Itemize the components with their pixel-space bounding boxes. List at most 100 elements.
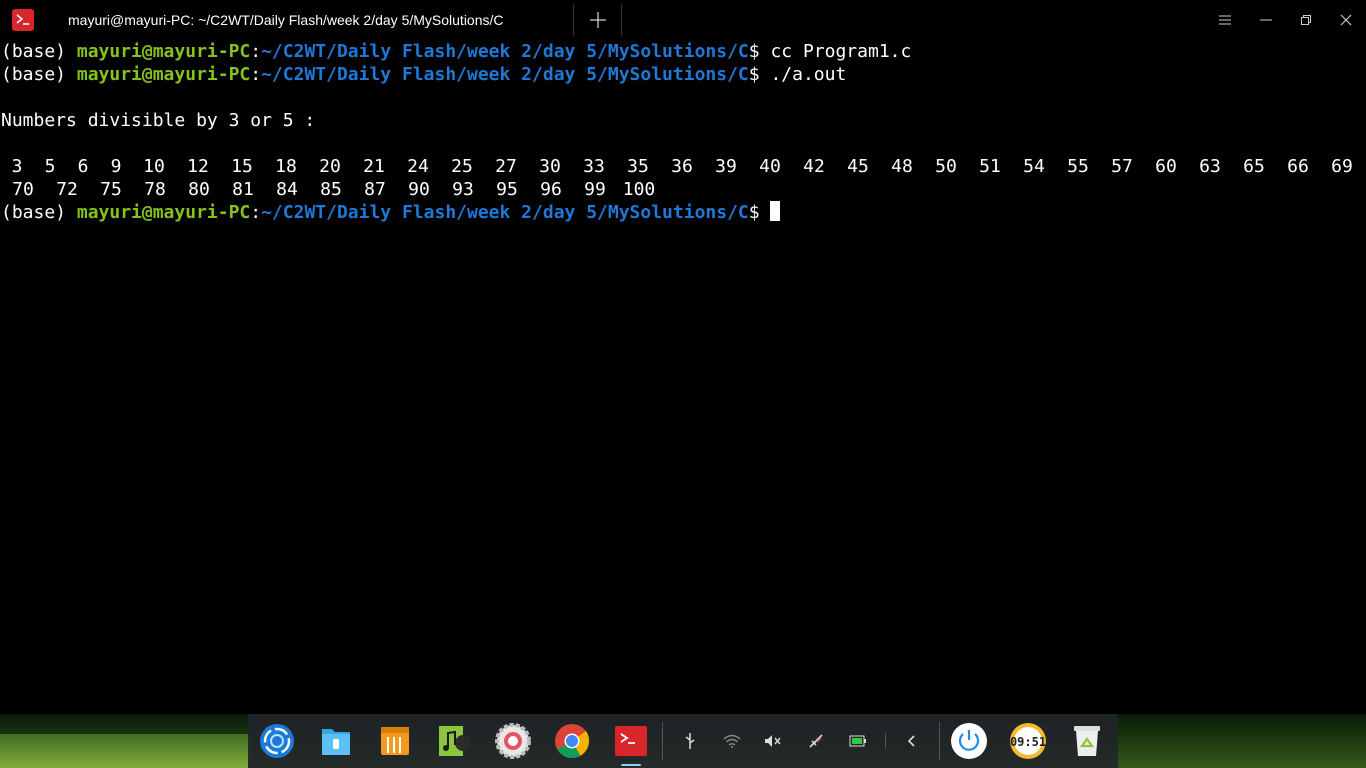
output-number: 87: [364, 179, 386, 200]
output-number: 10: [143, 156, 165, 177]
prompt-user: mayuri@mayuri-PC: [76, 202, 251, 223]
tray-divider: [885, 733, 886, 749]
battery-icon[interactable]: [848, 731, 868, 751]
output-number: 35: [627, 156, 649, 177]
command-text: ./a.out: [770, 64, 847, 85]
wallpaper-grass: [0, 734, 250, 768]
output-number: 80: [188, 179, 210, 200]
prompt-user: mayuri@mayuri-PC: [76, 64, 251, 85]
output-number: 57: [1111, 156, 1133, 177]
file-manager-icon[interactable]: [316, 721, 356, 761]
prompt-colon: :: [250, 64, 262, 85]
output-number: 48: [891, 156, 913, 177]
output-number: 63: [1199, 156, 1221, 177]
output-number: 3: [11, 156, 23, 177]
prompt-path: ~/C2WT/Daily Flash/week 2/day 5/MySoluti…: [261, 202, 749, 223]
command-line: (base) mayuri@mayuri-PC:~/C2WT/Daily Fla…: [0, 63, 1366, 86]
prompt-path: ~/C2WT/Daily Flash/week 2/day 5/MySoluti…: [261, 64, 749, 85]
output-number: 6: [77, 156, 89, 177]
output-number: 78: [144, 179, 166, 200]
output-number: 30: [539, 156, 561, 177]
prompt-symbol: $: [748, 202, 771, 223]
prompt-path: ~/C2WT/Daily Flash/week 2/day 5/MySoluti…: [261, 41, 749, 62]
output-number: 15: [231, 156, 253, 177]
chevron-left-icon[interactable]: [902, 731, 922, 751]
prompt-colon: :: [250, 41, 262, 62]
power-icon[interactable]: [949, 721, 989, 761]
prompt-symbol: $: [748, 41, 771, 62]
restore-icon: [1301, 15, 1311, 25]
close-icon: [1340, 14, 1352, 26]
output-number: 9: [110, 156, 122, 177]
output-number: 81: [232, 179, 254, 200]
text-cursor: [770, 201, 781, 221]
output-heading: Numbers divisible by 3 or 5 :: [1, 110, 316, 131]
terminal-icon: [12, 9, 34, 31]
app-store-icon[interactable]: [375, 721, 415, 761]
output-number: 5: [44, 156, 56, 177]
minimize-button[interactable]: [1246, 0, 1286, 40]
tab-divider: [621, 4, 622, 36]
output-number: 99: [584, 179, 606, 200]
settings-icon[interactable]: [493, 721, 533, 761]
output-number: 60: [1155, 156, 1177, 177]
output-number: 12: [187, 156, 209, 177]
output-numbers-row: 3 5 6 9 10 12 15 18 20 21 24 25 27 30 33 35 36 39 40 42 45 48…: [0, 155, 1366, 178]
usb-icon[interactable]: [680, 731, 700, 751]
volume-muted-icon[interactable]: [763, 731, 783, 751]
output-number: 40: [759, 156, 781, 177]
wifi-icon[interactable]: [722, 731, 742, 751]
menu-button[interactable]: [1205, 0, 1245, 40]
output-number: 33: [583, 156, 605, 177]
output-number: 21: [363, 156, 385, 177]
prompt-symbol: $: [748, 64, 771, 85]
output-number: 55: [1067, 156, 1089, 177]
clock-widget[interactable]: 09:51: [1008, 721, 1048, 761]
terminal-tab[interactable]: mayuri@mayuri-PC: ~/C2WT/Daily Flash/wee…: [0, 0, 574, 40]
command-text: cc Program1.c: [770, 41, 912, 62]
music-icon[interactable]: [434, 721, 474, 761]
prompt-colon: :: [250, 202, 262, 223]
output-number: 69: [1331, 156, 1353, 177]
clock-time: 09:51: [1010, 735, 1046, 749]
env-label: (base): [1, 41, 77, 62]
output-number: 20: [319, 156, 341, 177]
chrome-icon[interactable]: [552, 721, 592, 761]
trash-icon[interactable]: [1067, 721, 1107, 761]
output-number: 25: [451, 156, 473, 177]
output-number: 90: [408, 179, 430, 200]
output-number: 27: [495, 156, 517, 177]
output-number: 24: [407, 156, 429, 177]
output-number: 51: [979, 156, 1001, 177]
tab-divider: [573, 4, 574, 36]
minimize-icon: [1260, 19, 1272, 21]
output-number: 70: [12, 179, 34, 200]
output-number: 50: [935, 156, 957, 177]
running-indicator: [621, 764, 641, 766]
new-tab-button[interactable]: [576, 4, 620, 36]
wallpaper-trees: [1118, 722, 1366, 768]
command-line: (base) mayuri@mayuri-PC:~/C2WT/Daily Fla…: [0, 40, 1366, 63]
airplane-mode-icon[interactable]: [806, 731, 826, 751]
output-number: 96: [540, 179, 562, 200]
active-prompt-line: (base) mayuri@mayuri-PC:~/C2WT/Daily Fla…: [0, 201, 1366, 224]
dock-divider: [662, 722, 663, 760]
output-number: 100: [622, 179, 656, 200]
launcher-icon[interactable]: [257, 721, 297, 761]
close-button[interactable]: [1326, 0, 1366, 40]
terminal-icon[interactable]: [611, 721, 651, 761]
title-bar: mayuri@mayuri-PC: ~/C2WT/Daily Flash/wee…: [0, 0, 1366, 40]
output-number: 93: [452, 179, 474, 200]
terminal-area[interactable]: (base) mayuri@mayuri-PC:~/C2WT/Daily Fla…: [0, 40, 1366, 714]
dock: 09:51: [248, 714, 1118, 768]
tab-title: mayuri@mayuri-PC: ~/C2WT/Daily Flash/wee…: [68, 12, 504, 28]
output-number: 84: [276, 179, 298, 200]
hamburger-menu-icon: [1219, 15, 1231, 25]
output-numbers-row: 70 72 75 78 80 81 84 85 87 90 93 95 96 99 100: [0, 178, 1366, 201]
output-number: 54: [1023, 156, 1045, 177]
maximize-button[interactable]: [1286, 0, 1326, 40]
output-number: 45: [847, 156, 869, 177]
output-number: 85: [320, 179, 342, 200]
